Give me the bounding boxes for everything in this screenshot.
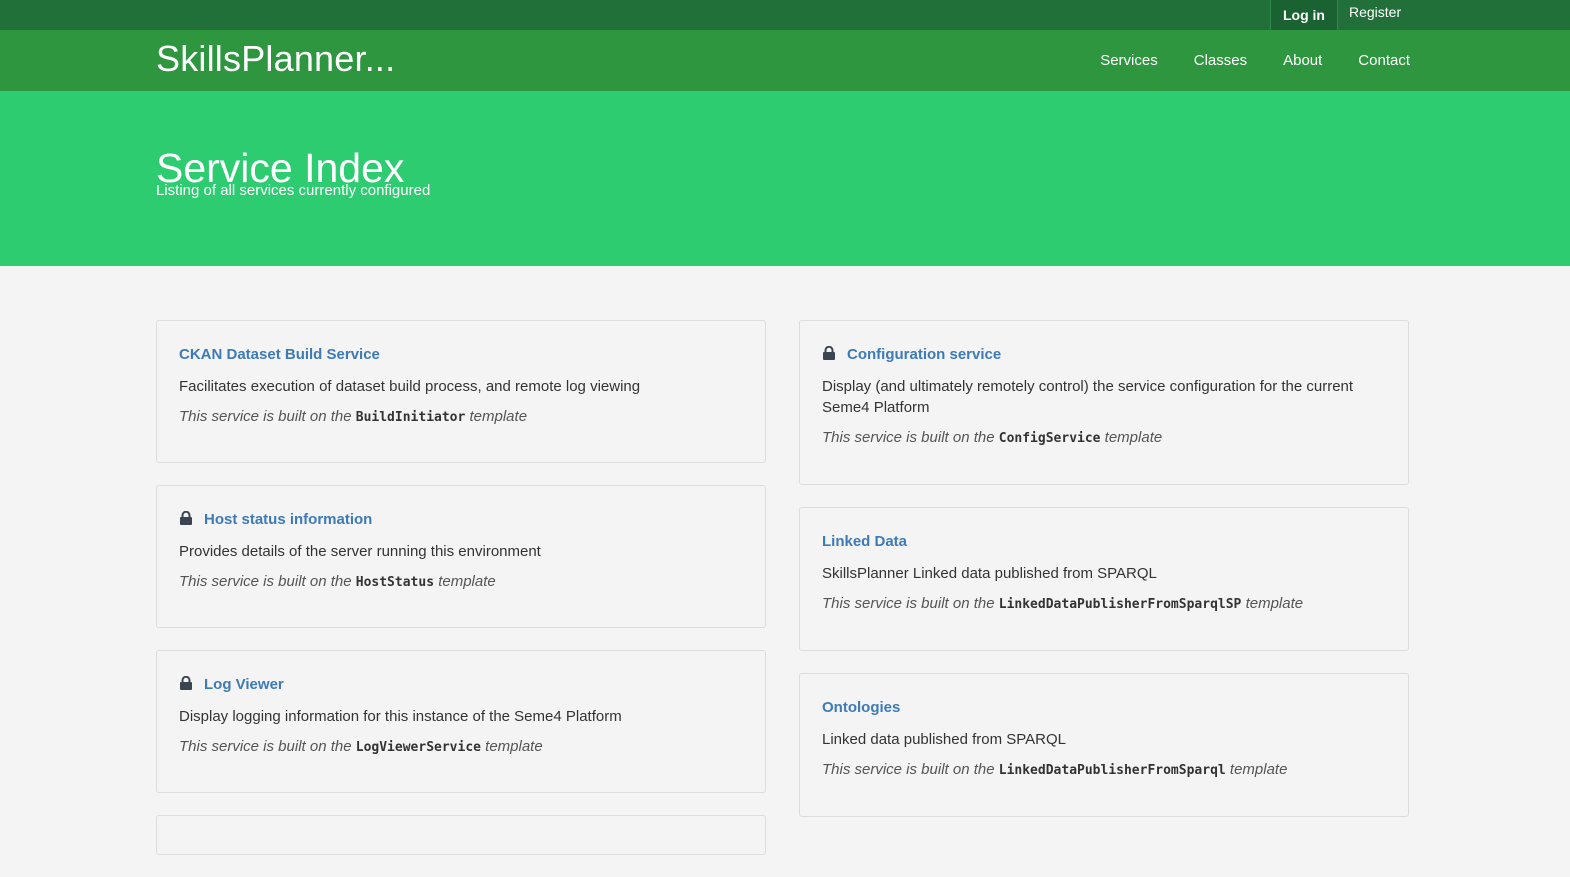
service-template-note: This service is built on the LinkedDataP… [822, 761, 1386, 778]
template-name: LogViewerService [355, 740, 481, 755]
service-description: Display (and ultimately remotely control… [822, 378, 1354, 416]
template-name: LinkedDataPublisherFromSparqlSP [998, 597, 1242, 612]
service-title-text: Ontologies [822, 699, 901, 716]
service-card: Host status information Provides details … [156, 485, 766, 628]
hero-banner: Service Index Listing of all services cu… [0, 91, 1570, 266]
nav-services[interactable]: Services [1100, 52, 1158, 69]
service-title-link[interactable]: Ontologies [822, 699, 1386, 716]
login-link[interactable]: Log in [1270, 0, 1338, 30]
template-prefix: This service is built on the [822, 595, 995, 612]
service-column-right: Configuration service Display (and ultima… [799, 320, 1409, 839]
service-card: CKAN Dataset Build Service Facilitates ex… [156, 320, 766, 463]
service-description: Display logging information for this ins… [179, 708, 622, 725]
service-description: Facilitates execution of dataset build p… [179, 378, 641, 395]
service-title-link[interactable]: Linked Data [822, 533, 1386, 550]
nav-classes[interactable]: Classes [1194, 52, 1247, 69]
service-template-note: This service is built on the ConfigServi… [822, 429, 1386, 446]
service-template-note: This service is built on the LinkedDataP… [822, 595, 1386, 612]
template-suffix: template [1104, 429, 1163, 446]
template-prefix: This service is built on the [822, 761, 995, 778]
template-prefix: This service is built on the [179, 738, 352, 755]
template-name: LinkedDataPublisherFromSparql [998, 763, 1226, 778]
service-title-link[interactable]: CKAN Dataset Build Service [179, 346, 743, 363]
service-title-text: Host status information [204, 511, 373, 528]
auth-links: Log in Register [1270, 0, 1412, 30]
service-title-link[interactable]: Log Viewer [179, 675, 743, 693]
template-prefix: This service is built on the [822, 429, 995, 446]
service-title-text: CKAN Dataset Build Service [179, 346, 380, 363]
service-title-text: Log Viewer [204, 676, 284, 693]
service-card [156, 815, 766, 855]
nav-contact[interactable]: Contact [1358, 52, 1410, 69]
service-title-link[interactable]: Host status information [179, 510, 743, 528]
service-description: SkillsPlanner Linked data published from… [822, 565, 1157, 582]
nav-about[interactable]: About [1283, 52, 1322, 69]
top-bar: Log in Register [0, 0, 1570, 30]
template-name: ConfigService [998, 431, 1101, 446]
lock-icon [179, 510, 193, 525]
service-column-left: CKAN Dataset Build Service Facilitates ex… [156, 320, 766, 877]
service-card: Configuration service Display (and ultima… [799, 320, 1409, 485]
template-suffix: template [485, 738, 543, 755]
service-card: Ontologies Linked data published from SPA… [799, 673, 1409, 817]
service-template-note: This service is built on the LogViewerSe… [179, 738, 743, 755]
register-link[interactable]: Register [1338, 0, 1412, 30]
service-list: CKAN Dataset Build Service Facilitates ex… [0, 266, 1570, 855]
service-template-note: This service is built on the HostStatus … [179, 573, 743, 590]
service-title-text: Configuration service [847, 346, 1002, 363]
template-suffix: template [469, 408, 528, 425]
lock-icon [822, 345, 836, 360]
navbar: SkillsPlanner... Services Classes About … [0, 30, 1570, 91]
service-description: Provides details of the server running t… [179, 543, 541, 560]
brand-logo[interactable]: SkillsPlanner... [156, 38, 395, 80]
service-card: Linked Data SkillsPlanner Linked data pub… [799, 507, 1409, 651]
service-title-link[interactable]: Configuration service [822, 345, 1386, 363]
main-nav: Services Classes About Contact [1064, 30, 1410, 91]
template-suffix: template [1229, 761, 1288, 778]
template-suffix: template [1245, 595, 1304, 612]
service-template-note: This service is built on the BuildInitia… [179, 408, 743, 425]
service-description: Linked data published from SPARQL [822, 731, 1067, 748]
template-name: BuildInitiator [355, 410, 466, 425]
template-prefix: This service is built on the [179, 573, 352, 590]
template-prefix: This service is built on the [179, 408, 352, 425]
service-card: Log Viewer Display logging information fo… [156, 650, 766, 793]
lock-icon [179, 675, 193, 690]
service-title-text: Linked Data [822, 533, 908, 550]
template-name: HostStatus [355, 575, 435, 590]
page-subtitle: Listing of all services currently config… [156, 182, 431, 199]
template-suffix: template [438, 573, 496, 590]
